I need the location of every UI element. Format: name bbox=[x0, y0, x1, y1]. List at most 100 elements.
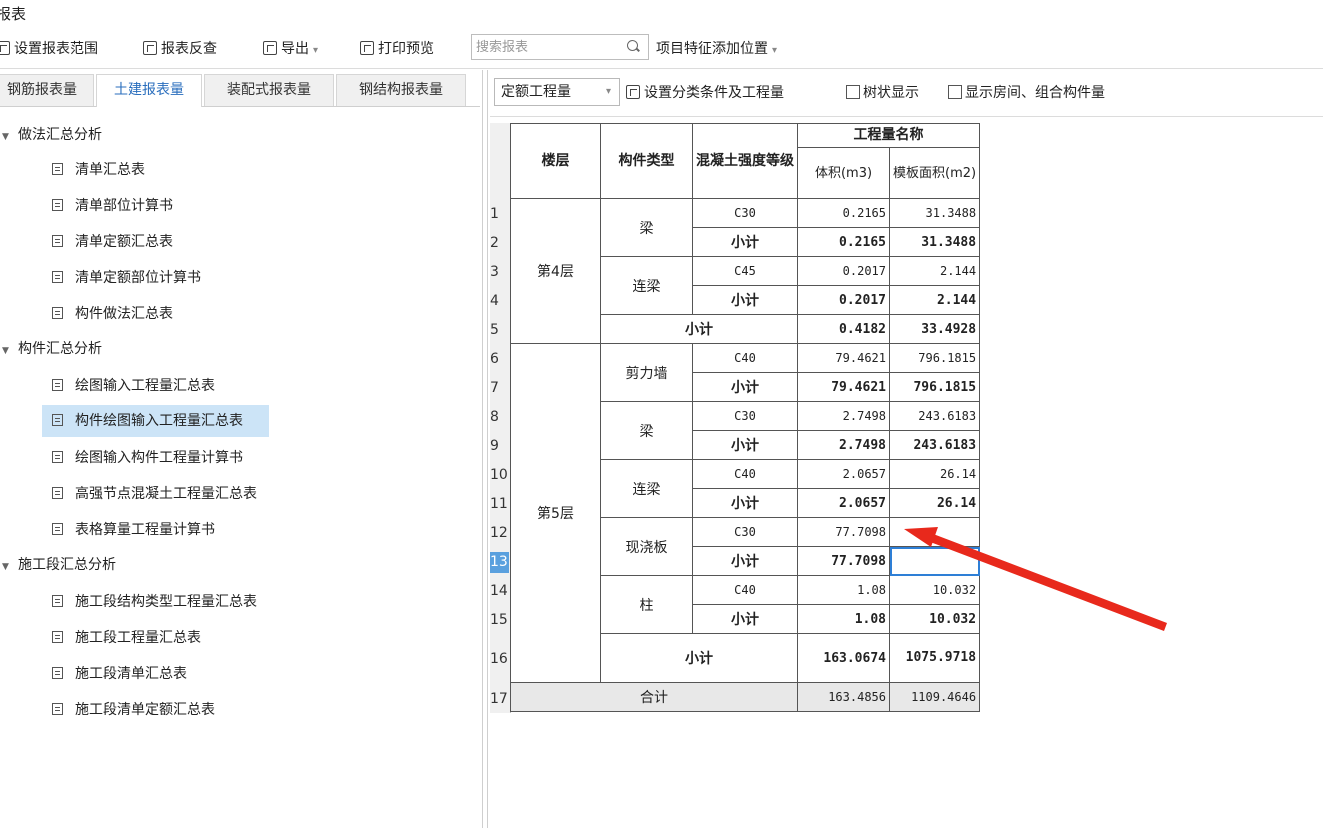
cell-subtotal-volume[interactable]: 2.0657 bbox=[797, 488, 890, 518]
cell-component-type[interactable]: 梁 bbox=[600, 401, 693, 460]
cell-formwork[interactable]: 26.14 bbox=[888, 459, 981, 489]
cell-formwork[interactable]: 31.3488 bbox=[888, 198, 981, 228]
cell-floor[interactable]: 第5层 bbox=[510, 343, 601, 683]
row-number[interactable]: 17 bbox=[490, 689, 509, 710]
cell-grade[interactable]: C30 bbox=[692, 401, 798, 431]
cell-subtotal-formwork[interactable]: 2.144 bbox=[888, 285, 981, 315]
row-number[interactable]: 2 bbox=[490, 233, 509, 254]
cell-floor-subtotal-formwork[interactable]: 1075.9718 bbox=[888, 633, 981, 683]
search-icon[interactable] bbox=[627, 40, 638, 51]
cell-floor-subtotal-label[interactable]: 小计 bbox=[600, 314, 798, 344]
cell-total-formwork[interactable]: 1109.4646 bbox=[888, 682, 981, 712]
row-number[interactable]: 5 bbox=[490, 320, 509, 341]
cell-grade[interactable]: C40 bbox=[692, 459, 798, 489]
expand-arrow-icon[interactable]: ▼ bbox=[2, 338, 12, 364]
cell-floor-subtotal-formwork[interactable]: 33.4928 bbox=[888, 314, 981, 344]
cell-component-type[interactable]: 柱 bbox=[600, 575, 693, 634]
feature-position-dropdown[interactable]: 项目特征添加位置 ▾ bbox=[656, 38, 777, 60]
cell-grade[interactable]: C30 bbox=[692, 198, 798, 228]
tab-prefab-report[interactable]: 装配式报表量 bbox=[204, 74, 334, 106]
cell-formwork[interactable]: 10.032 bbox=[888, 575, 981, 605]
cell-subtotal-volume[interactable]: 77.7098 bbox=[797, 546, 890, 576]
cell-component-type[interactable]: 连梁 bbox=[600, 256, 693, 315]
cell-volume[interactable]: 0.2165 bbox=[797, 198, 890, 228]
set-range-button[interactable]: 设置报表范围 bbox=[0, 38, 98, 60]
cell-subtotal-volume[interactable]: 79.4621 bbox=[797, 372, 890, 402]
cell-volume[interactable]: 1.08 bbox=[797, 575, 890, 605]
cell-formwork[interactable]: 243.6183 bbox=[888, 401, 981, 431]
cell-subtotal-formwork[interactable]: 26.14 bbox=[888, 488, 981, 518]
cell-grade[interactable]: C40 bbox=[692, 575, 798, 605]
cell-subtotal-formwork-active[interactable] bbox=[888, 546, 981, 576]
cell-subtotal-label[interactable]: 小计 bbox=[692, 285, 798, 315]
tree-item[interactable]: 清单部位计算书 bbox=[42, 190, 199, 222]
cell-floor-subtotal-label[interactable]: 小计 bbox=[600, 633, 798, 683]
row-number[interactable]: 1 bbox=[490, 204, 509, 225]
cell-formwork-empty[interactable] bbox=[888, 517, 981, 547]
set-conditions-button[interactable]: 设置分类条件及工程量 bbox=[626, 82, 784, 104]
cell-volume[interactable]: 79.4621 bbox=[797, 343, 890, 373]
tree-group-method-summary[interactable]: ▼ 做法汇总分析 bbox=[0, 122, 102, 148]
search-box[interactable] bbox=[471, 34, 649, 60]
tree-item[interactable]: 清单汇总表 bbox=[42, 154, 171, 186]
row-number[interactable]: 15 bbox=[490, 610, 509, 631]
cell-component-type[interactable]: 剪力墙 bbox=[600, 343, 693, 402]
cell-floor-subtotal-volume[interactable]: 0.4182 bbox=[797, 314, 890, 344]
cell-subtotal-formwork[interactable]: 796.1815 bbox=[888, 372, 981, 402]
print-preview-button[interactable]: 打印预览 bbox=[360, 38, 434, 60]
expand-arrow-icon[interactable]: ▼ bbox=[2, 124, 12, 150]
tree-item-selected[interactable]: 构件绘图输入工程量汇总表 bbox=[42, 405, 269, 437]
row-number[interactable]: 11 bbox=[490, 494, 509, 515]
tree-item[interactable]: 施工段清单定额汇总表 bbox=[42, 694, 241, 726]
cell-formwork[interactable]: 796.1815 bbox=[888, 343, 981, 373]
tree-item[interactable]: 施工段清单汇总表 bbox=[42, 658, 213, 690]
row-number[interactable]: 4 bbox=[490, 291, 509, 312]
export-button[interactable]: 导出 ▾ bbox=[263, 38, 318, 60]
cell-subtotal-label[interactable]: 小计 bbox=[692, 488, 798, 518]
cell-subtotal-volume[interactable]: 0.2165 bbox=[797, 227, 890, 257]
cell-subtotal-formwork[interactable]: 31.3488 bbox=[888, 227, 981, 257]
cell-subtotal-volume[interactable]: 1.08 bbox=[797, 604, 890, 634]
cell-component-type[interactable]: 现浇板 bbox=[600, 517, 693, 576]
cell-component-type[interactable]: 梁 bbox=[600, 198, 693, 257]
tree-item[interactable]: 构件做法汇总表 bbox=[42, 298, 199, 330]
row-number-selected[interactable]: 13 bbox=[490, 552, 509, 573]
quantity-type-select[interactable]: 定额工程量 ▾ bbox=[494, 78, 620, 106]
cell-floor[interactable]: 第4层 bbox=[510, 198, 601, 344]
cell-subtotal-volume[interactable]: 0.2017 bbox=[797, 285, 890, 315]
tree-display-checkbox[interactable] bbox=[846, 85, 860, 99]
row-number[interactable]: 3 bbox=[490, 262, 509, 283]
cell-subtotal-label[interactable]: 小计 bbox=[692, 372, 798, 402]
tree-item[interactable]: 清单定额部位计算书 bbox=[42, 262, 227, 294]
tree-item[interactable]: 绘图输入构件工程量计算书 bbox=[42, 442, 269, 474]
cell-floor-subtotal-volume[interactable]: 163.0674 bbox=[797, 633, 890, 683]
cell-volume[interactable]: 2.7498 bbox=[797, 401, 890, 431]
row-number[interactable]: 10 bbox=[490, 465, 509, 486]
tab-steel-report[interactable]: 钢结构报表量 bbox=[336, 74, 466, 106]
tree-item[interactable]: 表格算量工程量计算书 bbox=[42, 514, 241, 546]
row-number[interactable]: 12 bbox=[490, 523, 509, 544]
tree-item[interactable]: 施工段工程量汇总表 bbox=[42, 622, 227, 654]
tree-display-toggle[interactable]: 树状显示 bbox=[846, 82, 919, 104]
row-number[interactable]: 9 bbox=[490, 436, 509, 457]
cell-volume[interactable]: 77.7098 bbox=[797, 517, 890, 547]
tab-rebar-report[interactable]: 钢筋报表量 bbox=[0, 74, 94, 106]
tree-item[interactable]: 高强节点混凝土工程量汇总表 bbox=[42, 478, 283, 510]
show-rooms-checkbox[interactable] bbox=[948, 85, 962, 99]
row-number[interactable]: 8 bbox=[490, 407, 509, 428]
cell-formwork[interactable]: 2.144 bbox=[888, 256, 981, 286]
cell-subtotal-label[interactable]: 小计 bbox=[692, 604, 798, 634]
tree-group-section-summary[interactable]: ▼ 施工段汇总分析 bbox=[0, 552, 116, 578]
row-number[interactable]: 14 bbox=[490, 581, 509, 602]
cell-total-volume[interactable]: 163.4856 bbox=[797, 682, 890, 712]
row-number[interactable]: 7 bbox=[490, 378, 509, 399]
cell-subtotal-formwork[interactable]: 10.032 bbox=[888, 604, 981, 634]
cell-subtotal-label[interactable]: 小计 bbox=[692, 430, 798, 460]
cell-grade[interactable]: C40 bbox=[692, 343, 798, 373]
cell-volume[interactable]: 2.0657 bbox=[797, 459, 890, 489]
cell-volume[interactable]: 0.2017 bbox=[797, 256, 890, 286]
tree-group-component-summary[interactable]: ▼ 构件汇总分析 bbox=[0, 336, 102, 362]
row-number[interactable]: 6 bbox=[490, 349, 509, 370]
tree-item[interactable]: 施工段结构类型工程量汇总表 bbox=[42, 586, 283, 618]
cell-component-type[interactable]: 连梁 bbox=[600, 459, 693, 518]
